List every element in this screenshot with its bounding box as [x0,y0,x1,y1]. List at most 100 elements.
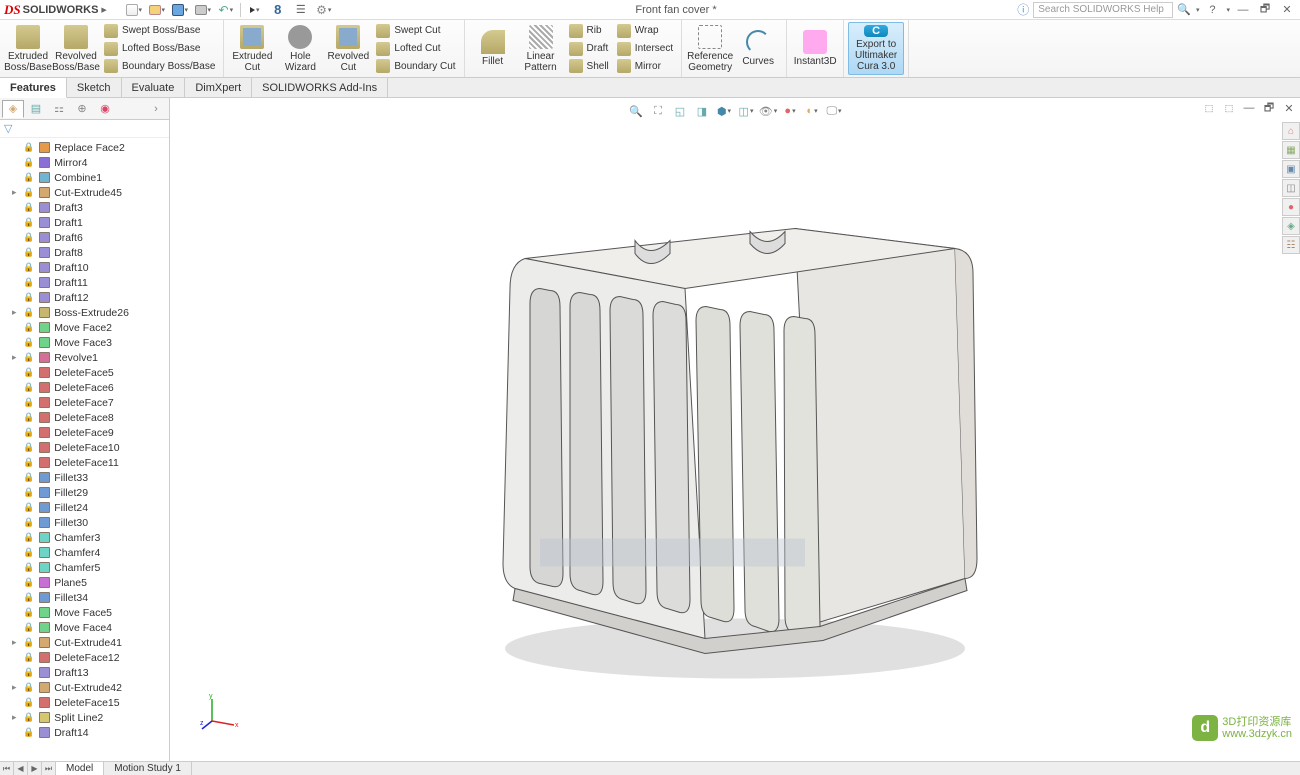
ribbon-draft-button[interactable]: Draft [565,40,613,58]
close-button[interactable]: ✕ [1278,2,1296,18]
feature-item-move-face2[interactable]: 🔒Move Face2 [0,320,169,335]
fm-tab-expand[interactable]: › [145,100,167,118]
logo-menu-arrow[interactable]: ▶ [101,6,106,14]
fm-tab-display[interactable]: ◉ [94,100,116,118]
ribbon-hole-wizard-button[interactable]: Hole Wizard [276,22,324,75]
ribbon-curves-button[interactable]: Curves [734,22,782,75]
ribbon-swept-boss-base-button[interactable]: Swept Boss/Base [100,22,219,40]
ribbon-tab-sketch[interactable]: Sketch [67,78,122,97]
feature-item-cut-extrude41[interactable]: ▸🔒Cut-Extrude41 [0,635,169,650]
feature-item-deleteface11[interactable]: 🔒DeleteFace11 [0,455,169,470]
hide-show-button[interactable]: 👁▾ [758,102,778,120]
feature-item-deleteface8[interactable]: 🔒DeleteFace8 [0,410,169,425]
feature-item-deleteface12[interactable]: 🔒DeleteFace12 [0,650,169,665]
tab-last-button[interactable]: ⏭ [42,762,56,775]
feature-item-deleteface10[interactable]: 🔒DeleteFace10 [0,440,169,455]
new-file-button[interactable]: ▾ [123,1,145,19]
fm-tab-tree[interactable]: ◈ [2,100,24,118]
feature-item-fillet33[interactable]: 🔒Fillet33 [0,470,169,485]
feature-item-move-face5[interactable]: 🔒Move Face5 [0,605,169,620]
fm-tab-property[interactable]: ▤ [25,100,47,118]
prev-view-button[interactable]: ◱ [670,102,690,120]
task-custom-button[interactable]: ◈ [1282,217,1300,235]
feature-item-fillet34[interactable]: 🔒Fillet34 [0,590,169,605]
expand-icon[interactable]: ▸ [12,187,20,198]
ribbon-tab-features[interactable]: Features [0,78,67,98]
restore-button[interactable]: 🗗 [1256,2,1274,18]
feature-item-draft14[interactable]: 🔒Draft14 [0,725,169,740]
display-style-button[interactable]: ◫▾ [736,102,756,120]
feature-item-split-line2[interactable]: ▸🔒Split Line2 [0,710,169,725]
task-library-button[interactable]: ▦ [1282,141,1300,159]
ribbon-tab-dimxpert[interactable]: DimXpert [185,78,252,97]
help-info-icon[interactable]: ⓘ [1017,1,1029,18]
select-button[interactable]: ▾ [244,1,266,19]
minimize-button[interactable]: — [1234,2,1252,18]
feature-item-combine1[interactable]: 🔒Combine1 [0,170,169,185]
rebuild-button[interactable]: 8 [267,1,289,19]
ribbon-fillet-button[interactable]: Fillet [469,22,517,75]
feature-item-cut-extrude42[interactable]: ▸🔒Cut-Extrude42 [0,680,169,695]
feature-item-draft6[interactable]: 🔒Draft6 [0,230,169,245]
options-button[interactable]: ☰ [290,1,312,19]
feature-item-draft13[interactable]: 🔒Draft13 [0,665,169,680]
tab-next-button[interactable]: ▶ [28,762,42,775]
bottom-tab-model[interactable]: Model [56,762,104,775]
expand-icon[interactable]: ▸ [12,682,20,693]
ribbon-export-to-ultimaker-cura-3-0-button[interactable]: CExport to Ultimaker Cura 3.0 [848,22,904,75]
feature-item-move-face3[interactable]: 🔒Move Face3 [0,335,169,350]
vp-dock-button[interactable]: ⬚ [1200,100,1218,116]
feature-item-draft11[interactable]: 🔒Draft11 [0,275,169,290]
feature-tree[interactable]: 🔒Replace Face2🔒Mirror4🔒Combine1▸🔒Cut-Ext… [0,138,169,761]
fm-filter-bar[interactable]: ▽ [0,120,169,138]
ribbon-extruded-cut-button[interactable]: Extruded Cut [228,22,276,75]
help-button[interactable]: ? [1203,2,1221,18]
edit-appearance-button[interactable]: ●▾ [780,102,800,120]
task-resources-button[interactable]: ⌂ [1282,122,1300,140]
feature-item-deleteface9[interactable]: 🔒DeleteFace9 [0,425,169,440]
feature-item-deleteface5[interactable]: 🔒DeleteFace5 [0,365,169,380]
feature-item-revolve1[interactable]: ▸🔒Revolve1 [0,350,169,365]
expand-icon[interactable]: ▸ [12,637,20,648]
ribbon-revolved-cut-button[interactable]: Revolved Cut [324,22,372,75]
feature-item-cut-extrude45[interactable]: ▸🔒Cut-Extrude45 [0,185,169,200]
model-viewport[interactable]: ⬚ ⬚ — 🗗 ✕ 🔍 ⛶ ◱ ◨ ⬢▾ ◫▾ 👁▾ ●▾ ◐▾ 🖵▾ [170,98,1300,761]
feature-item-draft3[interactable]: 🔒Draft3 [0,200,169,215]
expand-icon[interactable]: ▸ [12,307,20,318]
section-view-button[interactable]: ◨ [692,102,712,120]
ribbon-boundary-cut-button[interactable]: Boundary Cut [372,57,459,75]
apply-scene-button[interactable]: ◐▾ [802,102,822,120]
ribbon-swept-cut-button[interactable]: Swept Cut [372,22,459,40]
tab-prev-button[interactable]: ◀ [14,762,28,775]
ribbon-mirror-button[interactable]: Mirror [613,57,677,75]
fm-tab-dimxpert[interactable]: ⊕ [71,100,93,118]
ribbon-instant3d-button[interactable]: Instant3D [791,22,839,75]
task-appearances-button[interactable]: ● [1282,198,1300,216]
ribbon-rib-button[interactable]: Rib [565,22,613,40]
fm-tab-config[interactable]: ⚏ [48,100,70,118]
search-icon[interactable]: 🔍 [1177,3,1191,16]
task-view-palette-button[interactable]: ◫ [1282,179,1300,197]
task-forum-button[interactable]: ☷ [1282,236,1300,254]
feature-item-fillet29[interactable]: 🔒Fillet29 [0,485,169,500]
task-explorer-button[interactable]: ▣ [1282,160,1300,178]
vp-minimize-button[interactable]: — [1240,100,1258,116]
help-search-input[interactable]: Search SOLIDWORKS Help [1033,2,1173,18]
ribbon-shell-button[interactable]: Shell [565,57,613,75]
feature-item-draft10[interactable]: 🔒Draft10 [0,260,169,275]
feature-item-deleteface15[interactable]: 🔒DeleteFace15 [0,695,169,710]
ribbon-linear-pattern-button[interactable]: Linear Pattern [517,22,565,75]
vp-close-button[interactable]: ✕ [1280,100,1298,116]
ribbon-lofted-cut-button[interactable]: Lofted Cut [372,40,459,58]
orientation-triad[interactable]: y x z [200,691,240,731]
ribbon-boundary-boss-base-button[interactable]: Boundary Boss/Base [100,57,219,75]
expand-icon[interactable]: ▸ [12,712,20,723]
ribbon-tab-evaluate[interactable]: Evaluate [122,78,186,97]
feature-item-chamfer3[interactable]: 🔒Chamfer3 [0,530,169,545]
settings-button[interactable]: ⚙▾ [313,1,335,19]
feature-item-draft1[interactable]: 🔒Draft1 [0,215,169,230]
vp-dock2-button[interactable]: ⬚ [1220,100,1238,116]
undo-button[interactable]: ↶▾ [215,1,237,19]
view-orientation-button[interactable]: ⬢▾ [714,102,734,120]
ribbon-lofted-boss-base-button[interactable]: Lofted Boss/Base [100,40,219,58]
